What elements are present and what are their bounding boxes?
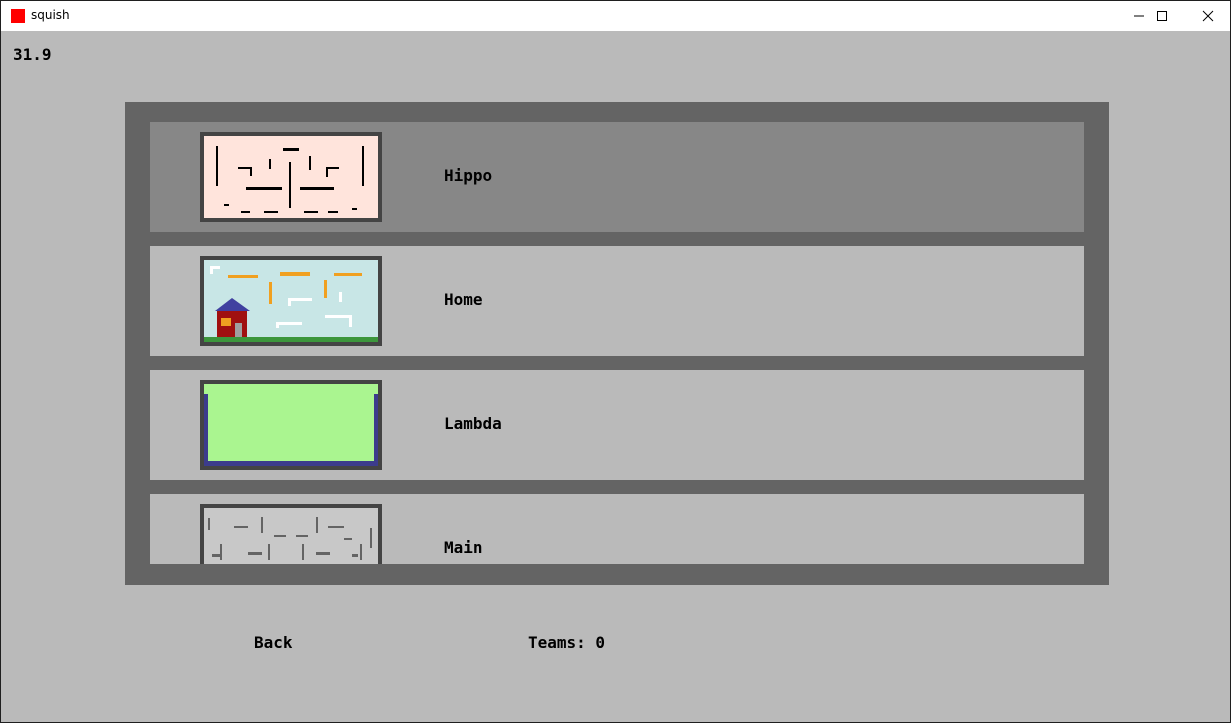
map-row-hippo[interactable]: Hippo: [150, 122, 1084, 232]
game-window: squish 31.9 Hippo Home Lambda Main Back …: [0, 0, 1231, 723]
map-row-home[interactable]: Home: [150, 246, 1084, 356]
close-icon: [1202, 10, 1214, 22]
hippo-map-thumbnail: [200, 132, 382, 222]
close-button[interactable]: [1185, 1, 1231, 31]
map-name: Lambda: [444, 414, 502, 433]
map-select-panel: Hippo Home Lambda Main: [125, 102, 1109, 585]
map-name: Hippo: [444, 166, 493, 185]
red-square-app-icon: [11, 9, 25, 23]
back-button[interactable]: Back: [254, 633, 293, 652]
maximize-icon: [1157, 11, 1167, 21]
map-row-main[interactable]: Main: [150, 494, 1084, 564]
maximize-button[interactable]: [1139, 1, 1185, 31]
map-name: Main: [444, 538, 483, 557]
main-map-thumbnail: [200, 504, 382, 564]
window-title: squish: [31, 8, 70, 22]
map-name: Home: [444, 290, 483, 309]
title-bar[interactable]: squish: [1, 1, 1230, 31]
map-row-lambda[interactable]: Lambda: [150, 370, 1084, 480]
lambda-map-thumbnail: [200, 380, 382, 470]
fps-counter: 31.9: [13, 45, 52, 64]
map-list[interactable]: Hippo Home Lambda Main: [150, 122, 1084, 564]
teams-button[interactable]: Teams: 0: [528, 633, 605, 652]
home-map-thumbnail: [200, 256, 382, 346]
